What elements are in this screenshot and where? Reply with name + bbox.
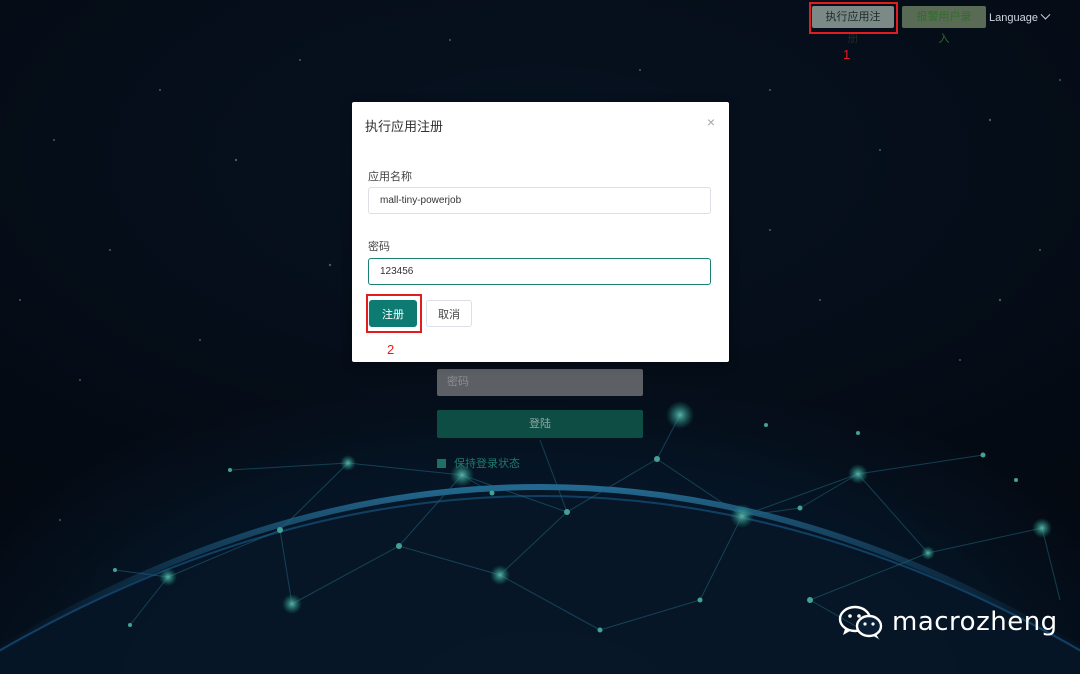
watermark-text: macrozheng (892, 607, 1058, 637)
app-name-label: 应用名称 (368, 171, 412, 183)
dialog-title: 执行应用注册 (365, 119, 444, 134)
remember-login-label: 保持登录状态 (454, 458, 520, 470)
annotation-marker-2: 2 (387, 342, 395, 357)
language-dropdown[interactable]: Language (989, 9, 1051, 24)
annotation-box-2 (366, 294, 422, 333)
remember-login-checkbox: 保持登录状态 (437, 455, 520, 471)
wechat-icon (838, 605, 883, 639)
alarm-user-entry-button[interactable]: 报警用户录入 (902, 6, 986, 45)
close-icon[interactable]: × (707, 114, 715, 130)
password-label: 密码 (368, 241, 390, 253)
password-input[interactable] (368, 258, 711, 285)
watermark: macrozheng (838, 602, 1058, 642)
annotation-box-1 (809, 2, 898, 34)
app-name-input[interactable] (368, 187, 711, 214)
login-button: 登陆 (437, 410, 643, 438)
login-password-input: 密码 (437, 369, 643, 396)
checkbox-icon (437, 459, 446, 468)
annotation-marker-1: 1 (843, 47, 851, 62)
chevron-down-icon (1040, 9, 1051, 20)
language-label: Language (989, 12, 1038, 24)
cancel-button[interactable]: 取消 (426, 300, 472, 327)
